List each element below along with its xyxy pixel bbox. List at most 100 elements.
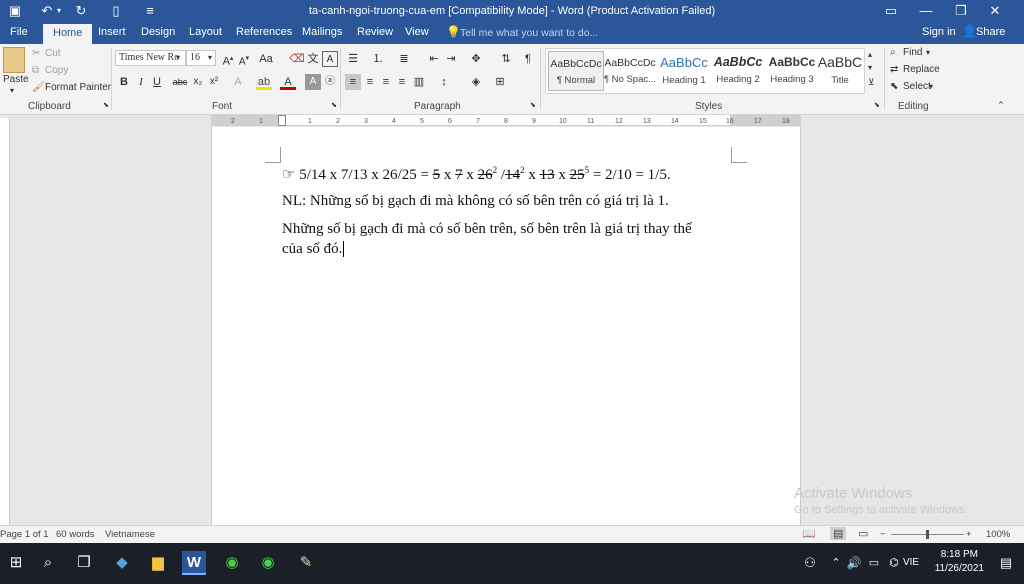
increase-indent-icon[interactable]: ⇥ [443,51,459,67]
underline-icon[interactable]: U [149,74,165,90]
tab-references[interactable]: References [236,26,292,38]
styles-launcher-icon[interactable]: ⬊ [874,101,880,109]
justify-icon[interactable]: ≡ [394,74,410,90]
borders-icon[interactable]: ⊞ [492,74,508,90]
align-left-icon[interactable]: ≡ [345,74,361,90]
tab-review[interactable]: Review [357,26,393,38]
character-border-icon[interactable]: A [322,51,338,67]
find-dropdown-icon[interactable]: ▾ [926,48,930,57]
decrease-indent-icon[interactable]: ⇤ [426,51,442,67]
styles-scroll-up-icon[interactable]: ▴ [868,50,872,59]
shading-icon[interactable]: ◈ [468,74,484,90]
tab-view[interactable]: View [405,26,429,38]
superscript-icon[interactable]: x² [206,74,222,90]
line-spacing-icon[interactable]: ↕ [436,74,452,90]
italic-icon[interactable]: I [133,74,149,90]
read-mode-icon[interactable]: 📖 [802,527,816,540]
clock[interactable]: 8:18 PM 11/26/2021 [935,548,984,576]
multilevel-list-icon[interactable]: ≣ [396,51,412,67]
show-formatting-marks-icon[interactable]: ¶ [520,51,536,67]
clipboard-launcher-icon[interactable]: ⬊ [103,101,109,109]
copy-button[interactable]: Copy [45,65,68,76]
style-normal[interactable]: AaBbCcDc ¶ Normal [548,51,604,91]
paste-icon[interactable] [3,47,25,73]
tab-file[interactable]: File [10,26,28,38]
chrome-icon[interactable]: ◉ [220,551,244,575]
notifications-icon[interactable]: ▤ [994,551,1018,575]
paragraph-launcher-icon[interactable]: ⬊ [530,101,536,109]
styles-scroll-down-icon[interactable]: ▾ [868,63,872,72]
ribbon-display-options-icon[interactable]: ▭ [880,2,902,20]
strikethrough-icon[interactable]: abc [172,74,188,90]
file-explorer-icon[interactable]: ▆ [146,551,170,575]
grow-font-icon[interactable]: A▴ [220,51,236,68]
phonetic-guide-icon[interactable]: 文 [305,51,321,67]
character-shading-icon[interactable]: A [305,74,321,90]
paste-button[interactable]: Paste [3,74,29,85]
page-count[interactable]: Page 1 of 1 [0,529,49,540]
task-view-icon[interactable]: ❐ [72,551,96,575]
document-page[interactable] [211,127,801,527]
share-icon[interactable]: 👤 [962,24,977,38]
restore-icon[interactable]: ❐ [950,2,972,20]
numbering-icon[interactable]: ⒈ [370,51,386,67]
format-painter-button[interactable]: Format Painter [45,82,111,93]
collapse-ribbon-icon[interactable]: ⌃ [997,100,1005,111]
document-paragraph-3[interactable]: Những số bị gạch đi mà có số bên trên, s… [282,221,692,238]
word-icon[interactable]: W [182,551,206,575]
tab-design[interactable]: Design [141,26,175,38]
minimize-icon[interactable]: — [915,2,937,20]
paint-icon[interactable]: ✎ [294,551,318,575]
document-paragraph-2[interactable]: NL: Những số bị gạch đi mà không có số b… [282,193,669,210]
zoom-out-icon[interactable]: − [880,529,886,540]
font-color-icon[interactable]: A [280,74,296,90]
sort-icon[interactable]: ⇅ [498,51,514,67]
paste-dropdown-icon[interactable]: ▾ [10,86,14,95]
print-layout-icon[interactable]: ▤ [830,527,847,540]
share-button[interactable]: Share [976,26,1005,38]
text-direction-icon[interactable]: ✥ [468,51,484,67]
text-effects-icon[interactable]: A [230,74,246,90]
language-indicator[interactable]: Vietnamese [105,529,155,540]
input-language[interactable]: VIE [900,551,922,575]
font-size-dropdown-icon[interactable]: ▾ [208,53,212,62]
clear-formatting-icon[interactable]: ⌫ [289,51,305,67]
subscript-icon[interactable]: x₂ [190,74,206,90]
highlight-icon[interactable]: ab [256,74,272,90]
enclose-characters-icon[interactable]: ⓐ [322,74,338,90]
tab-insert[interactable]: Insert [98,26,126,38]
style-title[interactable]: AaBbC Title [812,51,868,91]
indent-marker-icon[interactable] [278,115,286,126]
select-button[interactable]: Select [903,81,931,92]
close-icon[interactable]: ✕ [984,2,1006,20]
style-no-spacing[interactable]: AaBbCcDc ¶ No Spac... [602,51,658,91]
distributed-icon[interactable]: ▥ [411,74,427,90]
font-launcher-icon[interactable]: ⬊ [331,101,337,109]
chrome-icon[interactable]: ◉ [256,551,280,575]
change-case-icon[interactable]: Aa [258,51,274,67]
styles-more-icon[interactable]: ⊻ [868,77,875,88]
select-dropdown-icon[interactable]: ▾ [929,82,933,91]
app-icon[interactable]: ◆ [110,551,134,575]
bold-icon[interactable]: B [116,74,132,90]
style-heading-1[interactable]: AaBbCc Heading 1 [656,51,712,91]
tab-layout[interactable]: Layout [189,26,222,38]
search-icon[interactable]: ⌕ [36,551,60,575]
zoom-level[interactable]: 100% [986,529,1010,540]
replace-button[interactable]: Replace [903,64,940,75]
font-name-dropdown-icon[interactable]: ▾ [176,53,180,62]
web-layout-icon[interactable]: ▭ [858,527,868,540]
cut-button[interactable]: Cut [45,48,61,59]
zoom-slider-thumb[interactable] [926,530,929,539]
tab-home[interactable]: Home [43,24,93,44]
document-paragraph-3-line-2[interactable]: của số đó. [282,241,345,258]
tell-me-input[interactable]: Tell me what you want to do... [460,27,598,39]
zoom-in-icon[interactable]: + [966,529,972,540]
people-icon[interactable]: ⚇ [798,551,822,575]
style-heading-2[interactable]: AaBbCc Heading 2 [710,51,766,91]
start-icon[interactable]: ⊞ [4,551,28,575]
align-center-icon[interactable]: ≡ [362,74,378,90]
tab-mailings[interactable]: Mailings [302,26,342,38]
align-right-icon[interactable]: ≡ [378,74,394,90]
find-button[interactable]: Find [903,47,922,58]
